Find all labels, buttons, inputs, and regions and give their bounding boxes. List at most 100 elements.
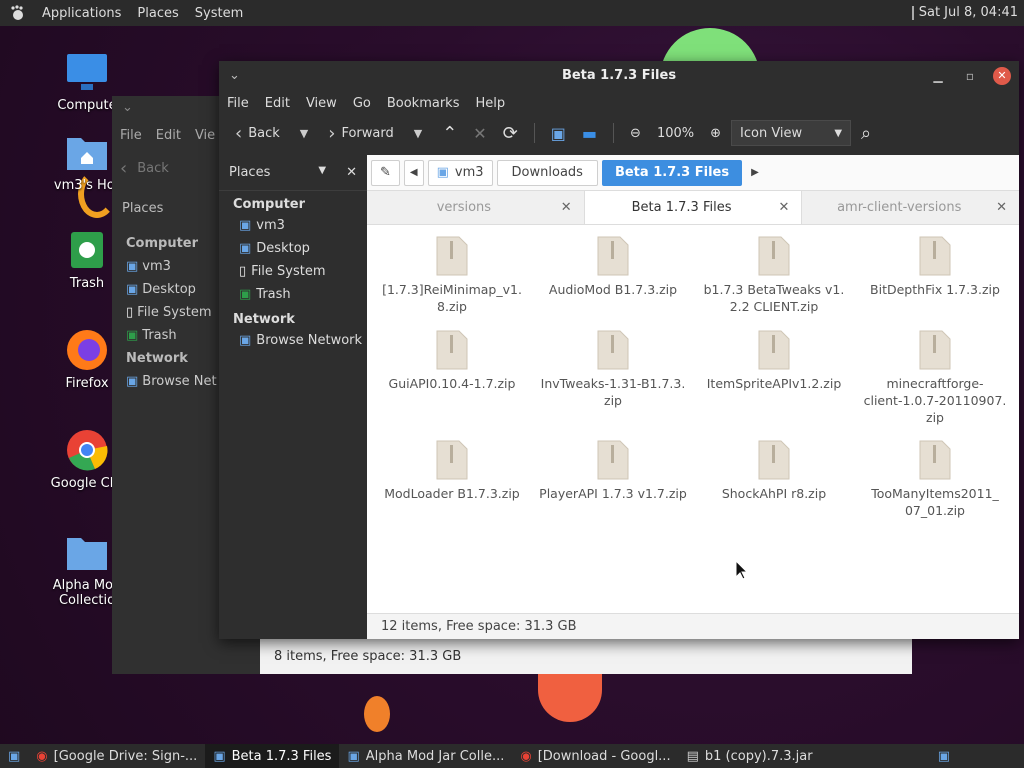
applications-menu[interactable]: Applications: [34, 6, 129, 21]
zoom-in-icon[interactable]: ⊕: [704, 118, 727, 148]
path-left-arrow-icon[interactable]: ◀: [403, 159, 424, 186]
file-item[interactable]: minecraftforge-client-1.0.7-20110907. zip: [860, 329, 1010, 426]
maximize-icon[interactable]: ▫: [961, 67, 979, 85]
forward-history-dropdown-icon[interactable]: ▼: [404, 127, 432, 140]
reload-icon[interactable]: ⟳: [497, 118, 524, 148]
file-item[interactable]: InvTweaks-1.31-B1.7.3. zip: [538, 329, 688, 409]
back-button[interactable]: Back: [137, 161, 169, 176]
tab-label: Beta 1.7.3 Files: [631, 200, 732, 215]
menu-go[interactable]: Go: [353, 96, 371, 111]
forward-button[interactable]: › Forward: [322, 118, 399, 148]
sidebar-item-filesystem[interactable]: ▯ File System: [126, 301, 220, 324]
monitor-icon: [65, 50, 109, 94]
drive-icon: ▯: [126, 305, 134, 320]
path-button-current[interactable]: Beta 1.7.3 Files: [601, 159, 743, 186]
sidebar-item-trash[interactable]: ▣ Trash: [126, 324, 220, 347]
back-history-dropdown-icon[interactable]: ▼: [290, 127, 318, 140]
task-alpha-mod[interactable]: ▣ Alpha Mod Jar Colle...: [339, 744, 512, 768]
search-icon[interactable]: ⌕: [855, 118, 877, 148]
stop-icon[interactable]: ✕: [467, 118, 492, 148]
path-button-vm3[interactable]: ▣ vm3: [427, 159, 493, 186]
file-item[interactable]: GuiAPI0.10.4-1.7.zip: [377, 329, 527, 392]
chevron-down-icon[interactable]: ⌄: [122, 100, 133, 115]
tab-bar: versions ✕ Beta 1.7.3 Files ✕ amr-client-v…: [367, 191, 1019, 225]
close-tab-icon[interactable]: ✕: [996, 200, 1007, 215]
menu-file[interactable]: File: [227, 96, 249, 111]
system-menu[interactable]: System: [187, 6, 251, 21]
path-right-arrow-icon[interactable]: ▶: [746, 160, 764, 186]
task-download[interactable]: ◉ [Download - Googl...: [512, 744, 678, 768]
sidebar-item-label: Desktop: [256, 241, 310, 256]
file-item[interactable]: [1.7.3]ReiMinimap_v1. 8.zip: [377, 235, 527, 315]
home-folder-icon[interactable]: ▣: [545, 118, 572, 148]
file-item[interactable]: AudioMod B1.7.3.zip: [538, 235, 688, 298]
file-item[interactable]: TooManyItems2011_ 07_01.zip: [860, 439, 1010, 519]
file-name: 8.zip: [437, 299, 467, 314]
back-button[interactable]: ‹ Back: [229, 118, 286, 148]
places-header[interactable]: Places ▼: [112, 196, 304, 220]
zip-file-icon: [918, 329, 952, 371]
section-computer: Computer: [126, 236, 199, 251]
menu-file[interactable]: File: [120, 128, 142, 152]
path-bar: ✎ ◀ ▣ vm3 Downloads Beta 1.7.3 Files ▶: [367, 155, 1019, 191]
window-menu-icon[interactable]: ⌄: [229, 61, 240, 91]
task-jar-file[interactable]: ▤ b1 (copy).7.3.jar: [679, 744, 821, 768]
file-item[interactable]: BitDepthFix 1.7.3.zip: [860, 235, 1010, 298]
zip-file-icon: [435, 235, 469, 277]
desktop-icon: ▣: [239, 241, 252, 256]
sidebar-item-filesystem[interactable]: ▯ File System: [219, 260, 367, 283]
edit-location-icon[interactable]: ✎: [371, 159, 400, 186]
file-item[interactable]: ModLoader B1.7.3.zip: [377, 439, 527, 502]
sidebar-item-browse-network[interactable]: ▣ Browse Network: [219, 329, 367, 352]
menu-help[interactable]: Help: [475, 96, 505, 111]
workspace-switcher[interactable]: ▣: [930, 744, 958, 768]
menu-view[interactable]: View: [306, 96, 337, 111]
file-item[interactable]: ItemSpriteAPIv1.2.zip: [699, 329, 849, 392]
dropdown-arrow-icon[interactable]: ▼: [318, 165, 326, 180]
zip-file-icon: [918, 235, 952, 277]
folder-icon: [65, 530, 109, 574]
menu-view[interactable]: Vie: [195, 128, 215, 152]
close-icon[interactable]: ✕: [993, 67, 1011, 85]
file-manager-window[interactable]: ⌄ Beta 1.7.3 Files ▁ ▫ ✕ File Edit View …: [219, 61, 1019, 639]
tab-amr-client-versions[interactable]: amr-client-versions ✕: [802, 191, 1019, 224]
zip-file-icon: [596, 329, 630, 371]
tab-beta-files[interactable]: Beta 1.7.3 Files ✕: [583, 191, 803, 224]
menu-edit[interactable]: Edit: [156, 128, 181, 152]
close-tab-icon[interactable]: ✕: [778, 200, 789, 215]
zoom-out-icon[interactable]: ⊖: [624, 118, 647, 148]
sidebar-item-label: vm3: [142, 259, 171, 274]
file-item[interactable]: b1.7.3 BetaTweaks v1. 2.2 CLIENT.zip: [699, 235, 849, 315]
home-icon: ▣: [126, 259, 139, 274]
tab-versions[interactable]: versions ✕: [367, 191, 584, 224]
close-sidebar-icon[interactable]: ✕: [346, 165, 357, 180]
file-item[interactable]: ShockAhPI r8.zip: [699, 439, 849, 502]
title-bar[interactable]: ⌄ Beta 1.7.3 Files ▁ ▫ ✕: [219, 61, 1019, 91]
task-google-drive[interactable]: ◉ [Google Drive: Sign-...: [28, 744, 205, 768]
file-item[interactable]: PlayerAPI 1.7.3 v1.7.zip: [538, 439, 688, 502]
computer-icon[interactable]: ▬: [576, 118, 603, 148]
menu-bookmarks[interactable]: Bookmarks: [387, 96, 460, 111]
sidebar-item-browse-network[interactable]: ▣ Browse Net: [126, 370, 220, 393]
menu-edit[interactable]: Edit: [265, 96, 290, 111]
places-header[interactable]: Places ▼ ✕: [219, 155, 367, 191]
sidebar-item-desktop[interactable]: ▣ Desktop: [126, 278, 220, 301]
sidebar-item-vm3[interactable]: ▣ vm3: [219, 214, 367, 237]
sidebar-item-desktop[interactable]: ▣ Desktop: [219, 237, 367, 260]
sidebar: Places ▼ ✕ Computer ▣ vm3 ▣ Desktop ▯ File …: [219, 155, 367, 639]
sidebar-item-trash[interactable]: ▣ Trash: [219, 283, 367, 306]
task-label: [Download - Googl...: [537, 748, 671, 764]
gnome-foot-icon[interactable]: [8, 3, 28, 23]
up-arrow-icon[interactable]: ⌃: [436, 118, 463, 148]
minimize-icon[interactable]: ▁: [929, 67, 947, 85]
main-pane: ✎ ◀ ▣ vm3 Downloads Beta 1.7.3 Files ▶ ve…: [367, 155, 1019, 639]
sidebar-item-vm3[interactable]: ▣ vm3: [126, 255, 220, 278]
clock[interactable]: Sat Jul 8, 04:41: [919, 5, 1018, 20]
task-beta-files[interactable]: ▣ Beta 1.7.3 Files: [205, 744, 340, 768]
file-name: GuiAPI0.10.4-1.7.zip: [388, 376, 516, 391]
path-button-downloads[interactable]: Downloads: [496, 159, 598, 186]
close-tab-icon[interactable]: ✕: [561, 200, 572, 215]
view-mode-select[interactable]: Icon View ▼: [731, 120, 852, 146]
show-desktop-icon[interactable]: ▣: [0, 744, 28, 768]
places-menu[interactable]: Places: [129, 6, 186, 21]
